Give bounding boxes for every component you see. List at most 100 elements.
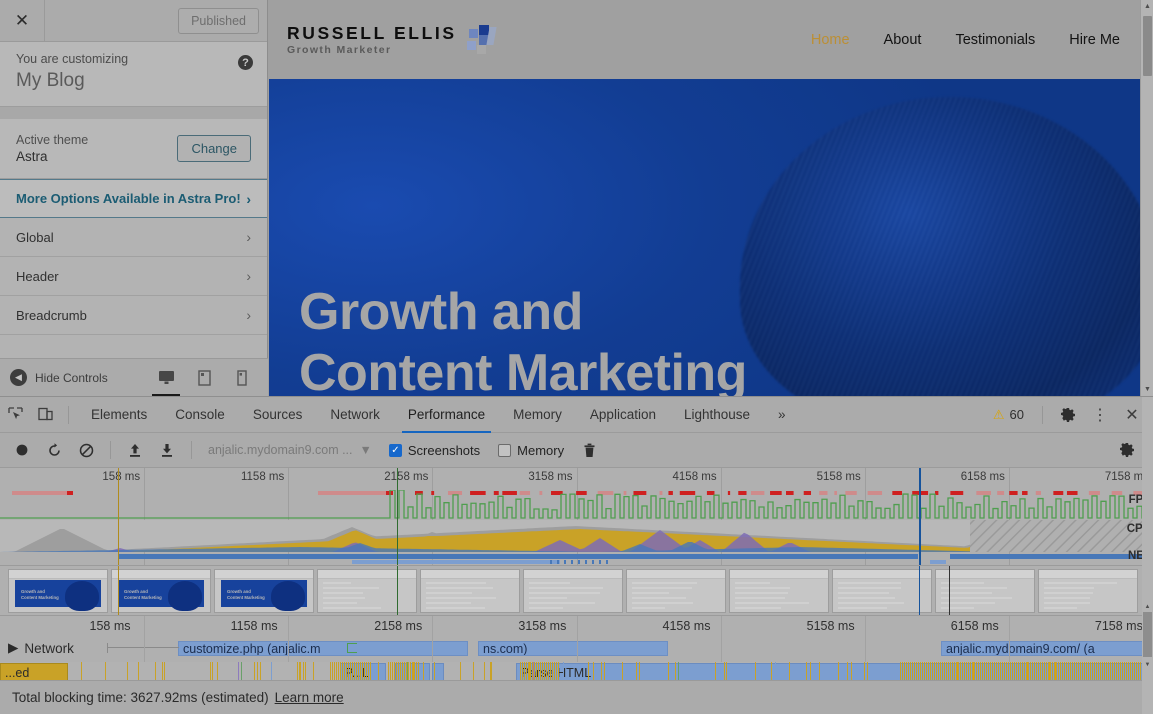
request-queue-line (107, 647, 179, 648)
sidebar-item-header[interactable]: Header › (0, 257, 267, 296)
record-icon[interactable] (6, 436, 38, 464)
network-request[interactable]: ns.com) (478, 641, 668, 656)
filmstrip-frame[interactable] (317, 569, 417, 613)
timeline-ruler[interactable]: ▶ Network customize.php (anjalic.m ns.co… (0, 616, 1153, 662)
tab-elements[interactable]: Elements (77, 397, 161, 433)
tab-sources[interactable]: Sources (239, 397, 317, 433)
sidebar-item-global[interactable]: Global › (0, 218, 267, 257)
ruler-tick (432, 616, 433, 662)
tab-memory[interactable]: Memory (499, 397, 576, 433)
tab-performance[interactable]: Performance (394, 397, 499, 433)
close-icon[interactable]: ✕ (0, 0, 45, 42)
memory-label: Memory (517, 443, 564, 458)
reload-record-icon[interactable] (38, 436, 70, 464)
scroll-up-icon[interactable]: ▲ (1142, 601, 1153, 612)
trash-icon[interactable] (573, 436, 605, 464)
overview-cursor-yellow (118, 468, 119, 566)
fps-graph (0, 490, 1153, 520)
hero-heading: Growth and Content Marketing (299, 282, 747, 396)
memory-checkbox[interactable]: Memory (489, 443, 573, 458)
filmstrip-frame[interactable] (420, 569, 520, 613)
scroll-up-icon[interactable]: ▲ (1141, 0, 1153, 13)
ruler-tick (721, 616, 722, 662)
nav-item-testimonials[interactable]: Testimonials (955, 32, 1035, 48)
performance-toolbar: anjalic.mydomain9.com ... ▼ ✓ Screenshot… (0, 433, 1153, 468)
sidebar-item-label: More Options Available in Astra Pro! (16, 191, 241, 206)
change-theme-button[interactable]: Change (177, 135, 251, 162)
tab-network[interactable]: Network (316, 397, 394, 433)
download-profile-icon[interactable] (151, 436, 183, 464)
ruler-tick (288, 616, 289, 662)
scroll-down-icon[interactable]: ▼ (1141, 383, 1153, 396)
upload-profile-icon[interactable] (119, 436, 151, 464)
filmstrip-frame[interactable] (935, 569, 1035, 613)
filmstrip-frame[interactable] (1038, 569, 1138, 613)
overview-tick-label: 2158 ms (384, 471, 432, 483)
clear-icon[interactable] (70, 436, 102, 464)
gear-icon[interactable] (1053, 397, 1083, 433)
desktop-icon[interactable] (156, 367, 176, 389)
logo-tagline: Growth Marketer (287, 44, 457, 56)
checkbox-checked-icon: ✓ (389, 444, 402, 457)
preview-scrollbar[interactable]: ▲ ▼ (1140, 0, 1153, 396)
filmstrip-cursor (118, 566, 119, 616)
devtools-tabbar-right: ⚠ 60 ⋮ ✕ (985, 397, 1153, 433)
cpu-graph (0, 520, 1153, 552)
filmstrip-frame[interactable]: Growth and Content Marketing (8, 569, 108, 613)
sidebar-item-astra-pro[interactable]: More Options Available in Astra Pro! › (0, 179, 267, 218)
divider (68, 406, 69, 424)
profile-selector[interactable]: anjalic.mydomain9.com ... ▼ (200, 443, 380, 457)
network-request[interactable]: customize.php (anjalic.m (178, 641, 468, 656)
profile-url-label: anjalic.mydomain9.com ... (208, 443, 353, 457)
tab-console[interactable]: Console (161, 397, 239, 433)
site-logo[interactable]: RUSSELL ELLIS Growth Marketer (287, 23, 497, 55)
filmstrip-cursor (397, 566, 398, 616)
hide-controls-button[interactable]: ◀ Hide Controls (0, 369, 156, 386)
filmstrip-frame[interactable]: Growth and Content Marketing (214, 569, 314, 613)
filmstrip-frame[interactable] (729, 569, 829, 613)
tab-application[interactable]: Application (576, 397, 670, 433)
chevron-right-icon: › (246, 229, 251, 245)
kebab-menu-icon[interactable]: ⋮ (1085, 397, 1115, 433)
devtools-panel: Elements Console Sources Network Perform… (0, 396, 1153, 714)
timeline-overview[interactable]: 158 ms 1158 ms 2158 ms 3158 ms 4158 ms 5158 m… (0, 468, 1153, 566)
chevron-double-right-icon[interactable]: » (764, 397, 800, 433)
tab-lighthouse[interactable]: Lighthouse (670, 397, 764, 433)
screenshot-filmstrip[interactable]: Growth and Content Marketing Growth and Con… (0, 566, 1153, 616)
logo-mark-icon (467, 25, 497, 55)
capture-settings-gear-icon[interactable] (1111, 436, 1143, 464)
network-request[interactable]: anjalic.mydomain9.com/ (a (941, 641, 1146, 656)
scrollbar-thumb[interactable] (1143, 612, 1152, 657)
filmstrip-cursor (919, 566, 920, 616)
overview-tick-label: 5158 ms (817, 471, 865, 483)
ruler-tick-label: 158 ms (90, 619, 131, 633)
filmstrip-frame[interactable]: Growth and Content Marketing (111, 569, 211, 613)
filmstrip-frame[interactable] (523, 569, 623, 613)
request-tick (347, 652, 357, 653)
learn-more-link[interactable]: Learn more (275, 690, 344, 705)
request-tick (347, 643, 357, 644)
help-icon[interactable]: ? (238, 55, 253, 70)
devtools-scrollbar[interactable]: ▲ ▼ (1142, 397, 1153, 714)
inspect-element-icon[interactable] (0, 397, 30, 433)
scroll-down-icon[interactable]: ▼ (1142, 659, 1153, 670)
filmstrip-frame[interactable] (626, 569, 726, 613)
screenshots-checkbox[interactable]: ✓ Screenshots (380, 443, 489, 458)
nav-item-home[interactable]: Home (811, 32, 850, 48)
mobile-icon[interactable] (232, 367, 252, 389)
device-toolbar-icon[interactable] (30, 397, 60, 433)
customizer-footer: ◀ Hide Controls (0, 358, 268, 396)
warning-count[interactable]: ⚠ 60 (985, 407, 1032, 423)
ruler-tick-label: 4158 ms (663, 619, 711, 633)
sidebar-item-breadcrumb[interactable]: Breadcrumb › (0, 296, 267, 335)
ruler-tick-label: 1158 ms (231, 619, 278, 633)
filmstrip-frame[interactable] (832, 569, 932, 613)
nav-item-about[interactable]: About (884, 32, 922, 48)
site-preview[interactable]: RUSSELL ELLIS Growth Marketer Home About… (269, 0, 1140, 396)
tablet-icon[interactable] (194, 367, 214, 389)
scrollbar-thumb[interactable] (1143, 16, 1152, 76)
nav-item-hire-me[interactable]: Hire Me (1069, 32, 1120, 48)
published-button[interactable]: Published (178, 8, 259, 34)
ruler-tick-label: 5158 ms (807, 619, 855, 633)
hero-section: Growth and Content Marketing (269, 79, 1140, 396)
